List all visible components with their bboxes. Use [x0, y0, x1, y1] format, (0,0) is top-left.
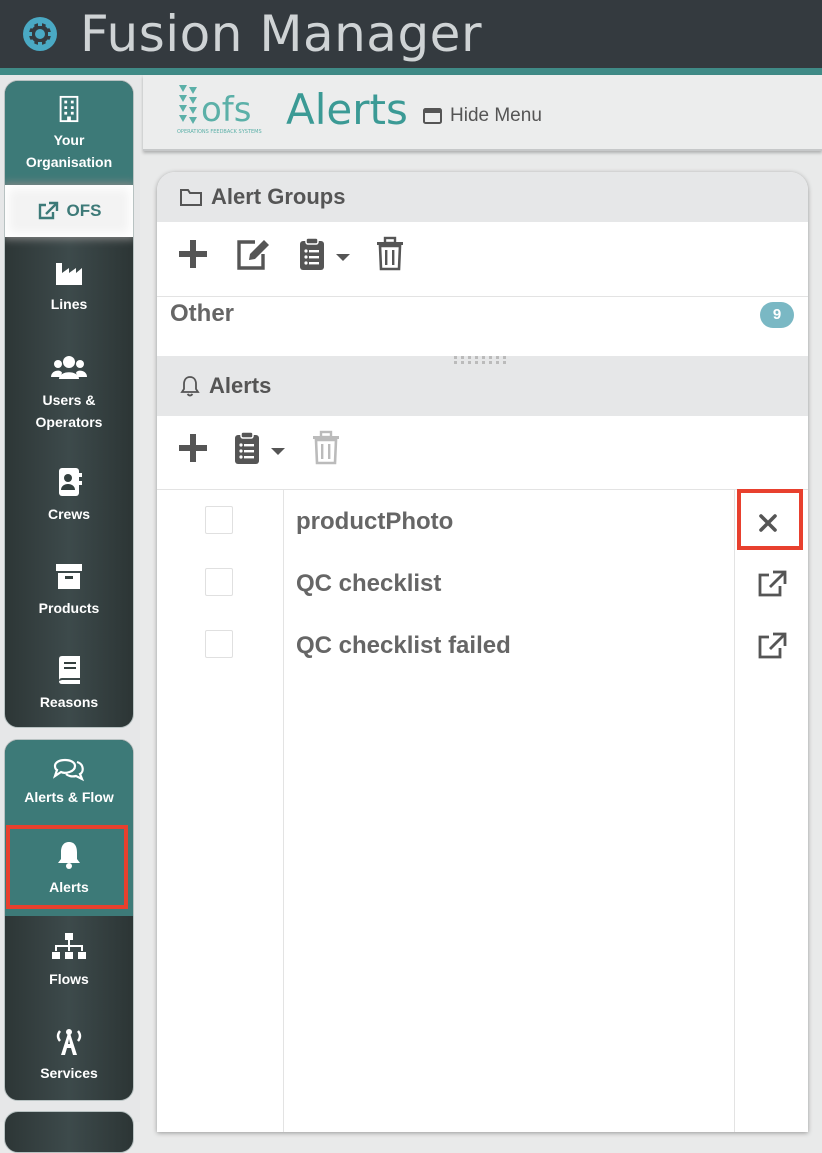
window-icon	[423, 108, 442, 124]
alerts-card: Alert Groups Other 9 Alerts productPhoto…	[157, 172, 808, 1132]
sidebar-item-services[interactable]: Services	[5, 1026, 133, 1084]
delete-alert-button[interactable]	[311, 430, 341, 466]
sidebar-item-lines[interactable]: Lines	[5, 257, 133, 315]
sidebar-item-label: Lines	[50, 296, 88, 312]
alert-name[interactable]: productPhoto	[296, 508, 453, 536]
alert-clipboard-menu-button[interactable]	[233, 430, 289, 466]
sidebar-next-panel	[4, 1111, 134, 1153]
alert-checkbox[interactable]	[205, 630, 233, 658]
alert-group-row[interactable]	[157, 296, 808, 356]
sidebar-item-label: Reasons	[39, 694, 99, 710]
archive-box-icon	[56, 564, 82, 589]
count-badge: 9	[760, 302, 794, 328]
top-bar: Fusion Manager	[0, 0, 822, 68]
hide-menu-button[interactable]: Hide Menu	[423, 105, 542, 127]
sidebar-flow-panel: Alerts & Flow Alerts Flows Services	[4, 739, 134, 1101]
page-title: Alerts	[286, 85, 408, 134]
alert-checkbox[interactable]	[205, 568, 233, 596]
sidebar-item-label: Crews	[47, 506, 91, 522]
sidebar-item-label: Your Organisation	[25, 132, 113, 170]
sitemap-icon	[52, 933, 86, 959]
add-alert-button[interactable]	[177, 432, 209, 464]
building-icon	[59, 95, 79, 123]
users-icon	[51, 356, 87, 379]
sidebar-item-your-organisation[interactable]: Your Organisation	[5, 81, 133, 185]
alert-row[interactable]: QC checklist	[157, 554, 808, 616]
book-icon	[59, 656, 80, 684]
bell-outline-icon	[180, 376, 200, 397]
alert-name[interactable]: QC checklist	[296, 570, 441, 598]
sidebar-item-products[interactable]: Products	[5, 561, 133, 619]
alert-checkbox[interactable]	[205, 506, 233, 534]
alert-groups-toolbar	[157, 222, 808, 296]
alert-row[interactable]: productPhoto	[157, 492, 808, 554]
alert-name[interactable]: QC checklist failed	[296, 632, 511, 660]
edit-group-button[interactable]	[235, 236, 271, 272]
add-group-button[interactable]	[177, 238, 209, 270]
clipboard-menu-button[interactable]	[298, 236, 354, 272]
hide-menu-label: Hide Menu	[450, 105, 542, 126]
alerts-highlight-box	[6, 825, 128, 909]
address-book-icon	[59, 468, 82, 496]
factory-icon	[56, 263, 82, 285]
external-link-icon[interactable]	[757, 570, 787, 598]
sidebar-item-label: Products	[38, 600, 100, 616]
sidebar-item-label: Alerts & Flow	[24, 789, 114, 805]
sidebar-item-label: OFS	[66, 201, 102, 220]
sidebar-item-crews[interactable]: Crews	[5, 467, 133, 525]
ofs-logo: ofs OPERATIONS FEEDBACK SYSTEMS	[177, 83, 277, 143]
divider	[157, 489, 808, 490]
sidebar-item-ofs[interactable]: OFS	[5, 185, 133, 237]
logo-subtext: OPERATIONS FEEDBACK SYSTEMS	[177, 129, 262, 135]
sidebar: Your Organisation OFS Lines Users & Oper…	[0, 75, 140, 1153]
sidebar-org-panel: Your Organisation OFS Lines Users & Oper…	[4, 80, 134, 728]
alert-group-name[interactable]: Other	[170, 300, 234, 328]
alerts-title: Alerts	[209, 373, 272, 398]
resize-grip-handle[interactable]	[454, 355, 510, 365]
sidebar-item-flows[interactable]: Flows	[5, 932, 133, 990]
gear-icon	[23, 17, 57, 51]
app-title: Fusion Manager	[80, 5, 482, 63]
alerts-toolbar	[157, 416, 808, 490]
close-highlight-box	[737, 489, 803, 550]
sidebar-item-label: Users & Operators	[35, 392, 103, 430]
logo-text: ofs	[201, 90, 252, 130]
alert-groups-title: Alert Groups	[211, 184, 346, 209]
page-header: ofs OPERATIONS FEEDBACK SYSTEMS Alerts H…	[143, 75, 822, 151]
alert-groups-header: Alert Groups	[157, 172, 808, 222]
sidebar-item-label: Flows	[49, 971, 89, 987]
sidebar-item-label: Services	[40, 1065, 98, 1081]
broadcast-tower-icon	[56, 1029, 82, 1055]
alerts-header: Alerts	[157, 356, 808, 416]
delete-group-button[interactable]	[375, 236, 405, 272]
comments-icon	[52, 758, 85, 782]
sidebar-item-users-operators[interactable]: Users & Operators	[5, 353, 133, 433]
alert-row[interactable]: QC checklist failed	[157, 616, 808, 678]
folder-icon	[180, 189, 202, 206]
topbar-accent	[0, 68, 822, 75]
sidebar-item-alerts-flow[interactable]: Alerts & Flow	[5, 740, 133, 826]
sidebar-item-reasons[interactable]: Reasons	[5, 655, 133, 713]
external-link-icon	[38, 201, 58, 220]
external-link-icon[interactable]	[757, 632, 787, 660]
